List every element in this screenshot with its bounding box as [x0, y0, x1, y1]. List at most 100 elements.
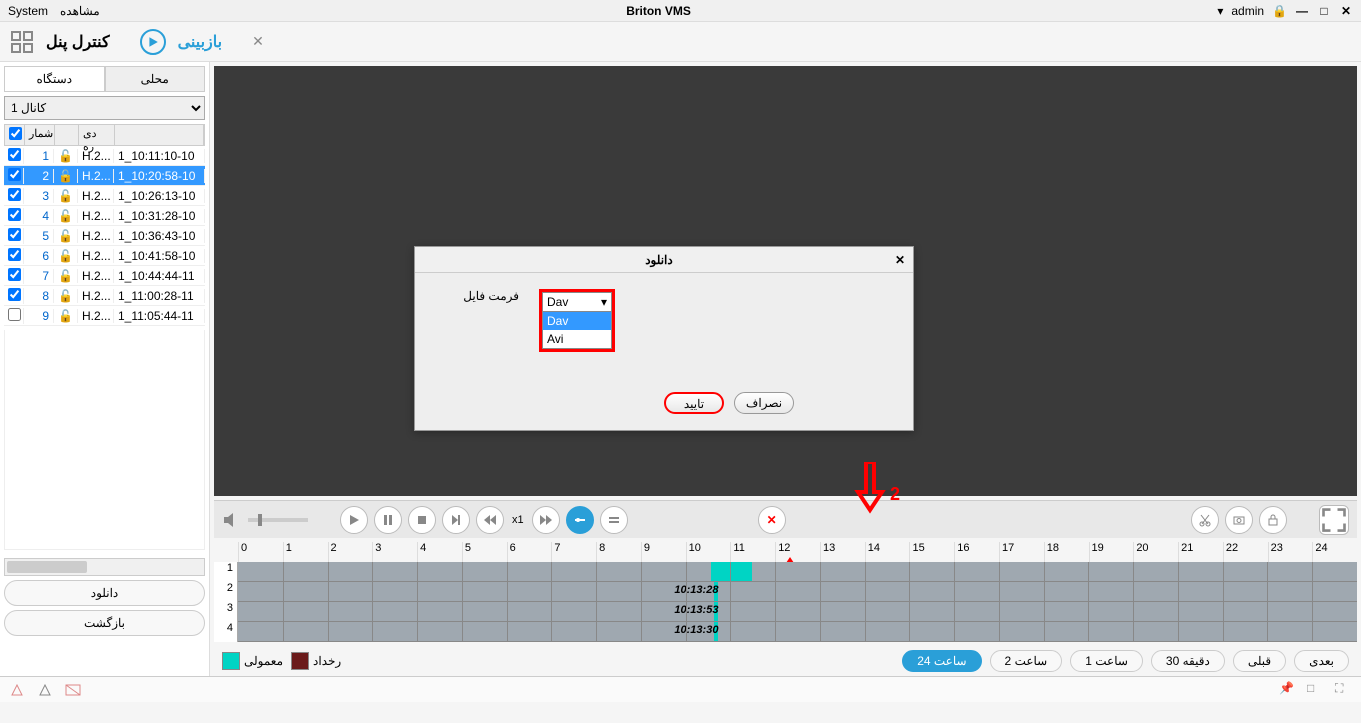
table-row[interactable]: 4🔓H.2...1_10:31:28-10 [4, 206, 205, 226]
table-row[interactable]: 2🔓H.2...1_10:20:58-10 [4, 166, 205, 186]
sync-button[interactable] [566, 506, 594, 534]
dialog-close-icon[interactable]: ✕ [895, 253, 905, 267]
timeline-track-4[interactable]: 10:13:30 [238, 622, 1357, 642]
row-checkbox[interactable] [8, 168, 21, 181]
format-option-avi[interactable]: Avi [543, 330, 611, 348]
row-checkbox[interactable] [8, 148, 21, 161]
menu-view[interactable]: مشاهده [60, 4, 100, 18]
unlock-icon: 🔓 [58, 169, 73, 183]
tab-close-icon[interactable]: ✕ [252, 33, 264, 50]
select-all-checkbox[interactable] [9, 127, 22, 140]
volume-slider[interactable] [248, 518, 308, 522]
zoom-30m-button[interactable]: دقیقه 30 [1151, 650, 1225, 672]
row-num: 2 [24, 169, 54, 183]
timeline-ch2: 2 [214, 582, 238, 602]
control-panel-tab[interactable]: کنترل پنل [46, 32, 110, 52]
table-row[interactable]: 1🔓H.2...1_10:11:10-10 [4, 146, 205, 166]
warning-icon[interactable] [36, 681, 54, 699]
row-checkbox[interactable] [8, 228, 21, 241]
fast-button[interactable] [532, 506, 560, 534]
dialog-title: دانلود [423, 253, 895, 267]
snapshot-button[interactable] [1225, 506, 1253, 534]
timeline-track-2[interactable]: 10:13:28 [238, 582, 1357, 602]
timeline-track-3[interactable]: 10:13:53 [238, 602, 1357, 622]
lock-button[interactable] [1259, 506, 1287, 534]
user-label: admin [1231, 4, 1264, 18]
next-button[interactable]: بعدی [1294, 650, 1349, 672]
slow-button[interactable] [476, 506, 504, 534]
stop-button[interactable] [408, 506, 436, 534]
zoom-2h-button[interactable]: ساعت 2 [990, 650, 1063, 672]
dialog-ok-button[interactable]: تایید [664, 392, 724, 414]
format-select[interactable]: Dav ▾ [542, 292, 612, 312]
row-num: 8 [24, 289, 54, 303]
alarm-icon[interactable] [8, 681, 26, 699]
format-option-dav[interactable]: Dav [543, 312, 611, 330]
speed-label: x1 [510, 514, 526, 526]
window-icon[interactable]: □ [1307, 681, 1325, 699]
timeline-track-1[interactable] [238, 562, 1357, 582]
row-name: 1_10:41:58-10 [114, 249, 205, 263]
row-num: 9 [24, 309, 54, 323]
volume-icon[interactable] [222, 510, 242, 530]
row-checkbox[interactable] [8, 188, 21, 201]
review-tab[interactable]: بازبینی [178, 32, 223, 52]
row-type: H.2... [78, 309, 114, 323]
file-format-label: فرمت فایل [439, 289, 519, 303]
tab-local[interactable]: محلی [105, 66, 206, 91]
table-row[interactable]: 3🔓H.2...1_10:26:13-10 [4, 186, 205, 206]
app-title: Briton VMS [100, 4, 1218, 18]
table-row[interactable]: 6🔓H.2...1_10:41:58-10 [4, 246, 205, 266]
unlock-icon: 🔓 [58, 289, 73, 303]
dialog-cancel-button[interactable]: نصراف [734, 392, 794, 414]
row-checkbox[interactable] [8, 308, 21, 321]
zoom-1h-button[interactable]: ساعت 1 [1070, 650, 1143, 672]
row-name: 1_10:26:13-10 [114, 189, 205, 203]
track-time-4: 10:13:30 [674, 624, 718, 636]
tab-device[interactable]: دستگاه [4, 66, 105, 91]
table-row[interactable]: 9🔓H.2...1_11:05:44-11 [4, 306, 205, 326]
row-checkbox[interactable] [8, 268, 21, 281]
close-button[interactable]: ✕ [1339, 4, 1353, 18]
lock-icon[interactable]: 🔒 [1272, 4, 1287, 18]
row-name: 1_10:11:10-10 [114, 149, 205, 163]
row-type: H.2... [78, 189, 114, 203]
table-row[interactable]: 5🔓H.2...1_10:36:43-10 [4, 226, 205, 246]
row-checkbox[interactable] [8, 288, 21, 301]
row-checkbox[interactable] [8, 248, 21, 261]
image-icon[interactable] [64, 681, 82, 699]
row-type: H.2... [78, 149, 114, 163]
timeline-scale: 0123456789101112131415161718192021222324 [238, 542, 1357, 562]
zoom-24h-button[interactable]: ساعت 24 [902, 650, 981, 672]
minimize-button[interactable]: — [1295, 4, 1309, 18]
dropdown-icon[interactable]: ▾ [1217, 4, 1223, 18]
unlock-icon: 🔓 [58, 189, 73, 203]
pin-icon[interactable]: 📌 [1279, 681, 1297, 699]
table-row[interactable]: 8🔓H.2...1_11:00:28-11 [4, 286, 205, 306]
fullscreen-button[interactable] [1319, 505, 1349, 535]
prev-button[interactable]: قبلی [1233, 650, 1286, 672]
legend-normal-label: معمولی [244, 654, 283, 668]
cut-button[interactable] [1191, 506, 1219, 534]
table-row[interactable]: 7🔓H.2...1_10:44:44-11 [4, 266, 205, 286]
timeline-ch3: 3 [214, 602, 238, 622]
clear-button[interactable]: ✕ [758, 506, 786, 534]
filelist-empty [4, 330, 205, 550]
expand-icon[interactable]: ⛶ [1335, 681, 1353, 699]
pause-button[interactable] [374, 506, 402, 534]
legend-normal-swatch [222, 652, 240, 670]
step-forward-button[interactable] [442, 506, 470, 534]
row-type: H.2... [78, 249, 114, 263]
row-checkbox[interactable] [8, 208, 21, 221]
row-type: H.2... [78, 269, 114, 283]
channel-select[interactable]: کانال 1 [4, 96, 205, 120]
download-button[interactable]: دانلود [4, 580, 205, 606]
menu-system[interactable]: System [8, 4, 48, 18]
row-num: 1 [24, 149, 54, 163]
grid-icon[interactable] [10, 30, 34, 54]
horizontal-scrollbar[interactable] [4, 558, 205, 576]
maximize-button[interactable]: □ [1317, 4, 1331, 18]
back-button[interactable]: بازگشت [4, 610, 205, 636]
split-button[interactable] [600, 506, 628, 534]
play-button[interactable] [340, 506, 368, 534]
